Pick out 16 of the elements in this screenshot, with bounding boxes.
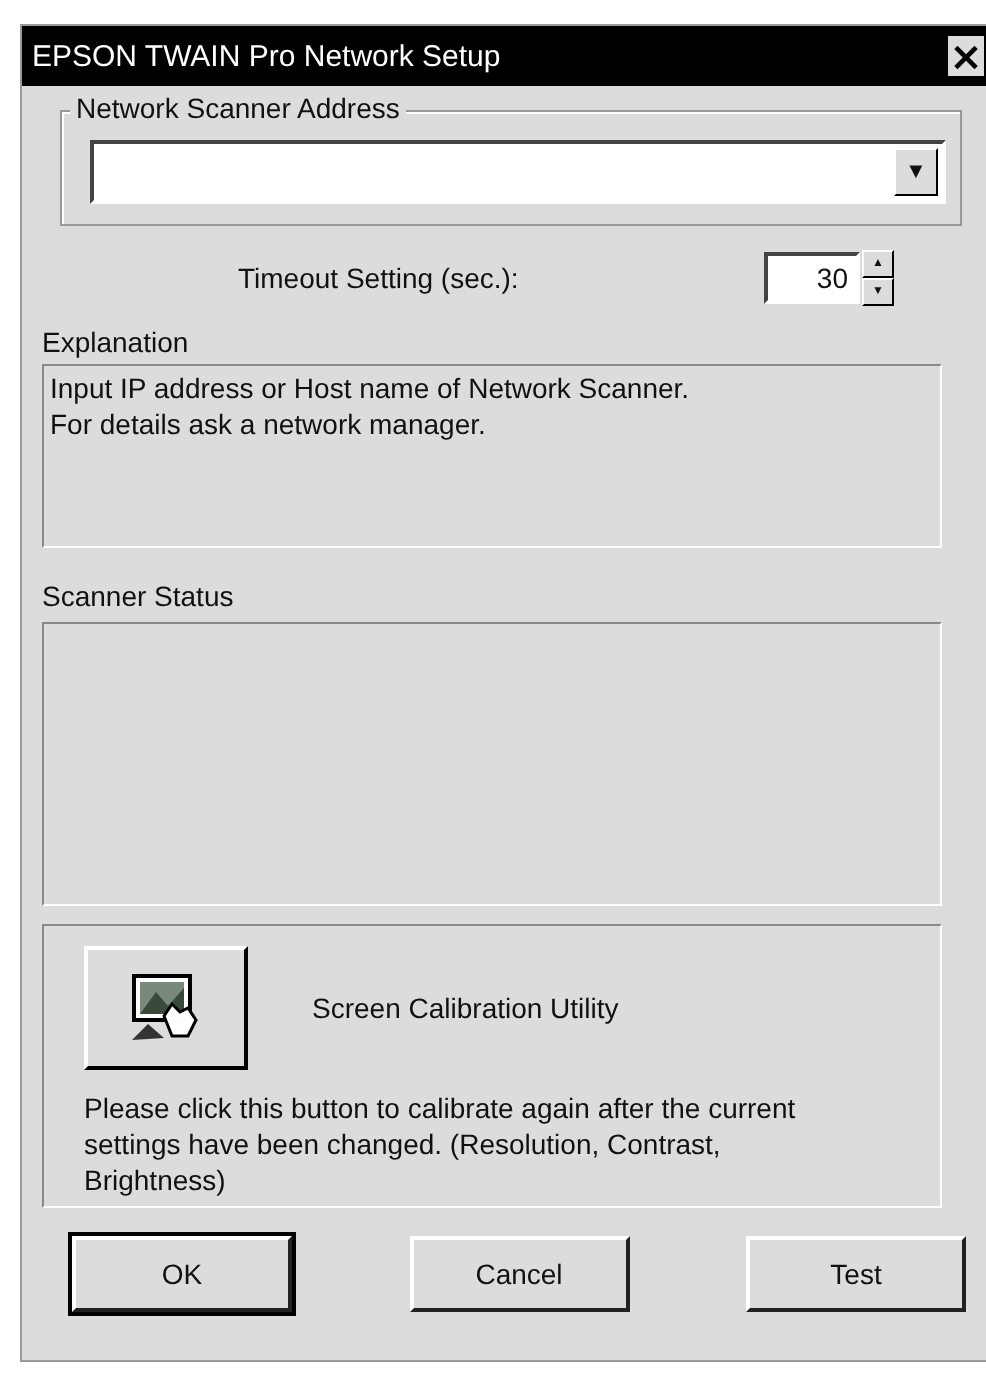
dialog-button[interactable]: OK: [72, 1236, 292, 1312]
window-title: EPSON TWAIN Pro Network Setup: [32, 39, 501, 73]
close-button[interactable]: ×: [946, 34, 986, 78]
calibration-description: Please click this button to calibrate again after the current settings have been changed. (Resolution, Contrast, Brightness): [84, 1090, 798, 1198]
dialog-button[interactable]: Test: [746, 1236, 966, 1312]
timeout-field[interactable]: 30: [764, 252, 860, 304]
calibration-label: Screen Calibration Utility: [312, 992, 619, 1024]
dialog-button[interactable]: Cancel: [409, 1236, 629, 1312]
explanation-text: Input IP address or Host name of Network Scanner. For details ask a network manager.: [42, 364, 942, 548]
scanner-status-label: Scanner Status: [42, 580, 234, 612]
timeout-label: Timeout Setting (sec.):: [238, 262, 521, 294]
explanation-label: Explanation: [42, 326, 189, 358]
group-label: Network Scanner Address: [70, 92, 406, 124]
address-combo-field[interactable]: ▼: [90, 140, 946, 204]
calibration-button[interactable]: [84, 946, 248, 1070]
dropdown-arrow-button[interactable]: ▼: [894, 148, 938, 196]
